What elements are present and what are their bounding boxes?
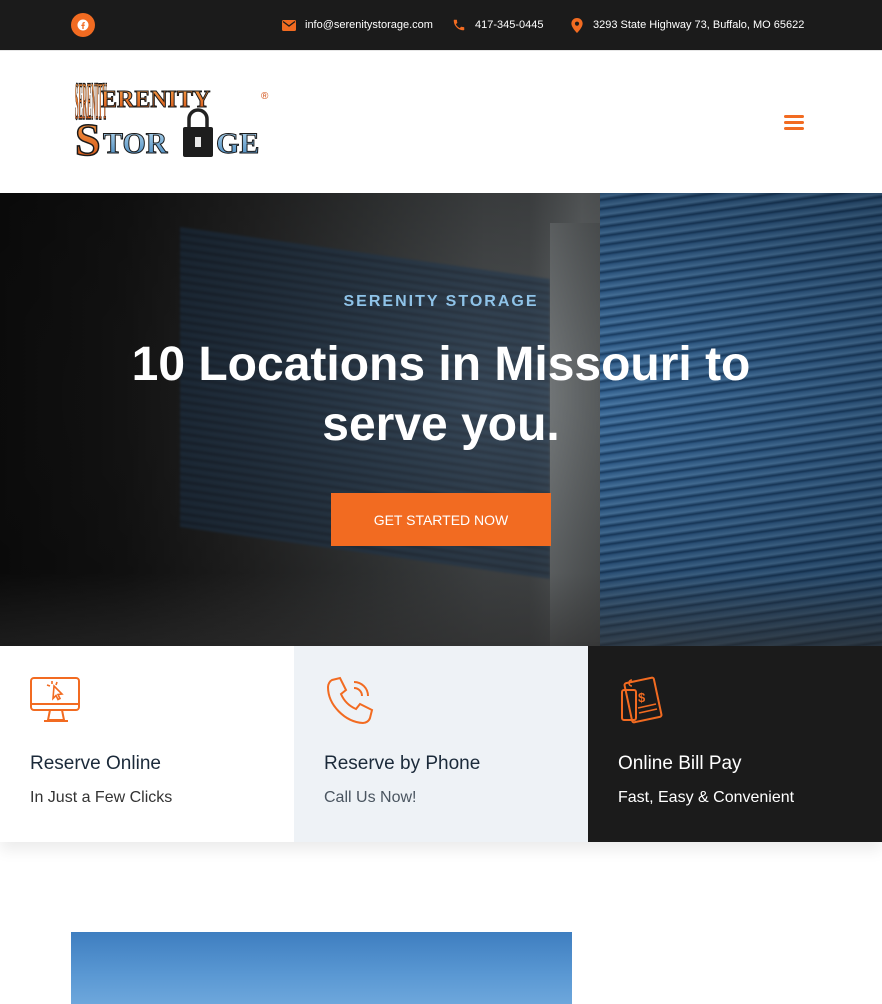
top-bar: info@serenitystorage.com 417-345-0445 32… (0, 0, 882, 50)
feature-subtitle: In Just a Few Clicks (30, 789, 173, 806)
feature-card-bill-pay[interactable]: $ Online Bill Pay Fast, Easy & Convenien… (588, 646, 882, 842)
serenity-storage-logo[interactable]: SERENITY ERENITY S TOR GE ® (73, 70, 273, 166)
site-header: SERENITY ERENITY S TOR GE ® (0, 50, 882, 193)
phone-icon (326, 676, 374, 725)
facility-photo (71, 932, 572, 1004)
svg-text:TOR: TOR (103, 127, 168, 160)
feature-card-reserve-phone[interactable]: Reserve by Phone Call Us Now! (294, 646, 588, 842)
hero-title: 10 Locations in Missouri to serve you. (131, 338, 751, 451)
feature-title: Online Bill Pay (618, 753, 742, 774)
feature-title: Reserve Online (30, 753, 161, 774)
email-text: info@serenitystorage.com (305, 19, 433, 31)
svg-text:S: S (75, 114, 101, 161)
padlock-icon (183, 108, 213, 157)
email-link[interactable]: info@serenitystorage.com (281, 0, 433, 50)
bill-icon: $ (621, 676, 663, 724)
feature-subtitle: Call Us Now! (324, 789, 417, 806)
menu-button[interactable] (781, 111, 807, 133)
computer-click-icon (30, 677, 80, 722)
envelope-icon (281, 17, 297, 33)
feature-card-reserve-online[interactable]: Reserve Online In Just a Few Clicks (0, 646, 294, 842)
hero-eyebrow: SERENITY STORAGE (343, 293, 539, 310)
phone-icon (451, 17, 467, 33)
hero-section: SERENITY STORAGE 10 Locations in Missour… (0, 193, 882, 646)
feature-title: Reserve by Phone (324, 753, 481, 774)
address-text: 3293 State Highway 73, Buffalo, MO 65622 (593, 19, 805, 31)
features-row: Reserve Online In Just a Few Clicks Rese… (0, 646, 882, 842)
hamburger-icon (784, 115, 804, 130)
svg-text:®: ® (261, 91, 269, 102)
phone-link[interactable]: 417-345-0445 (451, 0, 544, 50)
svg-text:GE: GE (216, 127, 259, 160)
facebook-link[interactable] (71, 13, 95, 37)
svg-text:$: $ (638, 690, 646, 705)
address-link[interactable]: 3293 State Highway 73, Buffalo, MO 65622 (569, 0, 804, 50)
feature-subtitle: Fast, Easy & Convenient (618, 789, 795, 806)
facebook-icon (77, 19, 89, 31)
phone-text: 417-345-0445 (475, 19, 544, 31)
map-pin-icon (569, 17, 585, 33)
get-started-button[interactable]: GET STARTED NOW (331, 493, 551, 546)
